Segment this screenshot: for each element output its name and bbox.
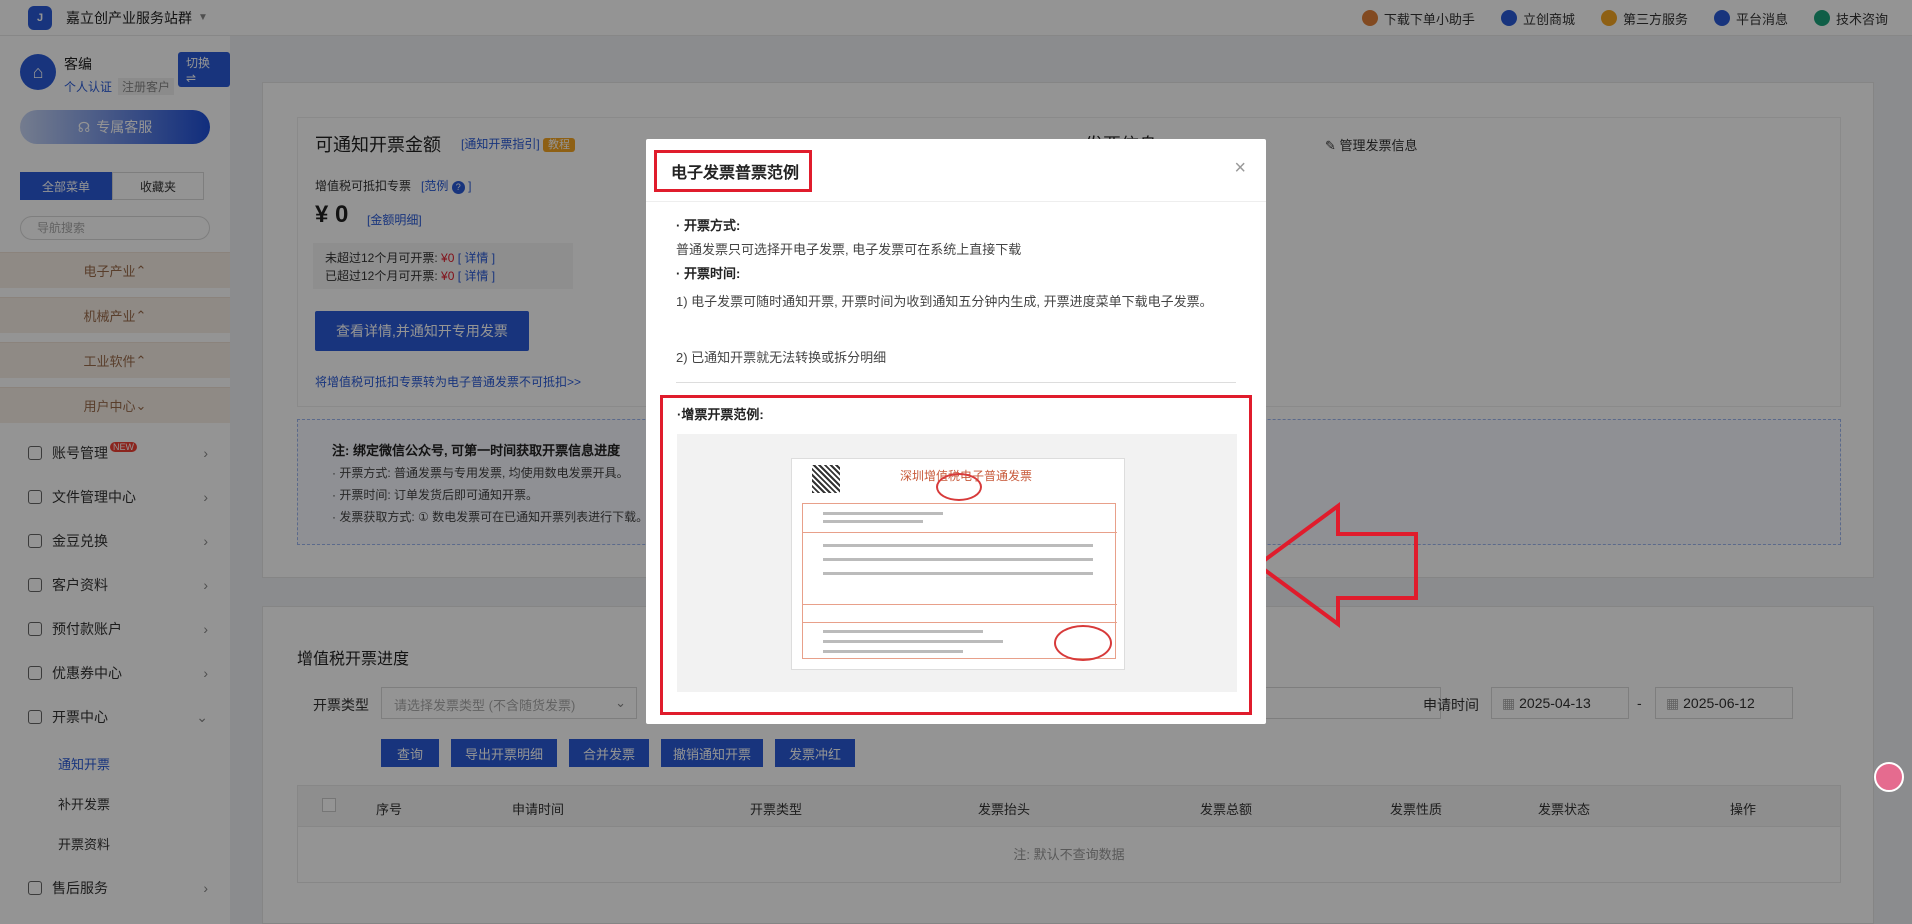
blurred-row: [823, 512, 943, 515]
blurred-row: [823, 558, 1093, 561]
stamp-icon: [936, 473, 982, 501]
example-highlight-box: ·增票开票范例: 深圳增值税电子普通发票: [660, 395, 1252, 715]
section-method-heading: · 开票方式:: [676, 218, 741, 233]
modal-title: 电子发票普票范例: [654, 150, 812, 192]
section-time-text2: 2) 已通知开票就无法转换或拆分明细: [676, 350, 887, 365]
modal-divider: [646, 201, 1266, 202]
blurred-row: [823, 640, 1003, 643]
translate-icon[interactable]: [1874, 762, 1904, 792]
blurred-row: [823, 630, 983, 633]
invoice-example-modal: 电子发票普票范例 × · 开票方式: 普通发票只可选择开电子发票, 电子发票可在…: [646, 139, 1266, 724]
blurred-row: [823, 544, 1093, 547]
section-time-heading: · 开票时间:: [676, 266, 741, 281]
modal-separator: [676, 382, 1236, 383]
example-image-area: 深圳增值税电子普通发票: [677, 434, 1237, 692]
section-time-title: · 开票时间:: [676, 264, 1246, 284]
pointer-arrow-icon: [1254, 502, 1418, 628]
stamp-icon: [1054, 625, 1112, 661]
invoice-sample-image: 深圳增值税电子普通发票: [791, 458, 1125, 670]
section-time-text1: 1) 电子发票可随时通知开票, 开票时间为收到通知五分钟内生成, 开票进度菜单下…: [676, 294, 1213, 309]
grid-line: [803, 604, 1117, 605]
grid-line: [803, 532, 1117, 533]
close-icon[interactable]: ×: [1234, 157, 1246, 180]
blurred-row: [823, 520, 923, 523]
qr-code-icon: [812, 465, 840, 493]
grid-line: [803, 622, 1117, 623]
example-label: ·增票开票范例:: [677, 407, 764, 422]
blurred-row: [823, 572, 1093, 575]
blurred-row: [823, 650, 963, 653]
section-method-text: 普通发票只可选择开电子发票, 电子发票可在系统上直接下载: [676, 242, 1022, 257]
section-method-title: · 开票方式:: [676, 216, 1246, 236]
